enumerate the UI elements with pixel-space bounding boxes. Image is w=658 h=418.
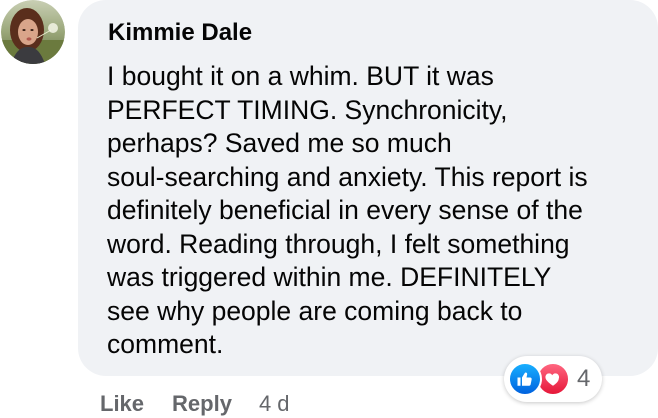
comment-author-name[interactable]: Kimmie Dale xyxy=(108,18,252,48)
like-reaction-icon xyxy=(508,362,542,396)
comment-timestamp[interactable]: 4 d xyxy=(259,390,290,418)
comment-text: I bought it on a whim. BUT it was PERFEC… xyxy=(107,61,588,359)
comment-container: Kimmie Dale I bought it on a whim. BUT i… xyxy=(0,0,658,418)
comment-bubble: Kimmie Dale I bought it on a whim. BUT i… xyxy=(78,0,658,376)
reply-button[interactable]: Reply xyxy=(172,390,232,418)
reaction-summary[interactable]: 4 xyxy=(504,356,603,402)
comment-actions: Like Reply 4 d xyxy=(100,390,290,418)
reaction-count: 4 xyxy=(577,365,591,392)
avatar[interactable] xyxy=(1,0,65,64)
like-button[interactable]: Like xyxy=(100,390,144,418)
profile-photo-icon xyxy=(1,0,65,64)
